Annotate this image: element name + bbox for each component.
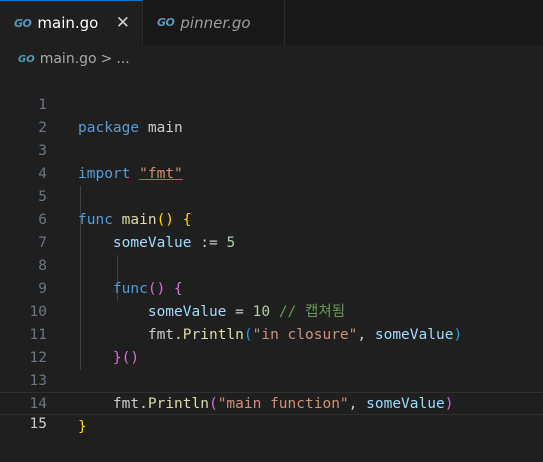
code-line: 8 func() { (0, 232, 543, 297)
code-line: 12 (0, 324, 543, 366)
line-number: 15 (29, 416, 47, 432)
code-line: 4 (0, 140, 543, 182)
code-editor[interactable]: 1 package main 2 3 import "fmt" 4 5 func… (0, 71, 543, 435)
tab-pinner-go[interactable]: GO pinner.go (143, 0, 285, 45)
go-file-icon: GO (157, 16, 175, 29)
code-line: 10 fmt.Println("in closure", someValue) (0, 278, 543, 343)
breadcrumb: GO main.go > ... (0, 45, 543, 73)
breadcrumb-more[interactable]: ... (116, 51, 129, 67)
breadcrumb-file[interactable]: main.go (40, 51, 97, 67)
breadcrumb-separator: > (100, 51, 113, 67)
code-line: 6 someValue := 5 (0, 186, 543, 251)
code-line: 7 (0, 209, 543, 251)
go-file-icon: GO (18, 53, 35, 65)
tab-label: pinner.go (180, 13, 251, 32)
code-line: 1 package main (0, 71, 543, 136)
code-line: 9 someValue = 10 // 캡쳐됨 (0, 255, 543, 320)
code-line: 11 }() (0, 301, 543, 366)
go-file-icon: GO (14, 16, 32, 30)
editor-tab-bar: GO main.go ✕ GO pinner.go (0, 0, 543, 45)
code-line-current: 15 (0, 392, 543, 432)
tab-main-go[interactable]: GO main.go ✕ (0, 0, 143, 45)
code-line: 3 import "fmt" (0, 117, 543, 182)
code-line: 14 } (0, 370, 543, 435)
code-line: 13 fmt.Println("main function", someValu… (0, 347, 543, 412)
bracket: } (78, 419, 87, 435)
code-line: 5 func main() { (0, 163, 543, 228)
code-line: 2 (0, 94, 543, 136)
close-icon[interactable]: ✕ (116, 13, 130, 33)
tab-label: main.go (37, 14, 99, 32)
